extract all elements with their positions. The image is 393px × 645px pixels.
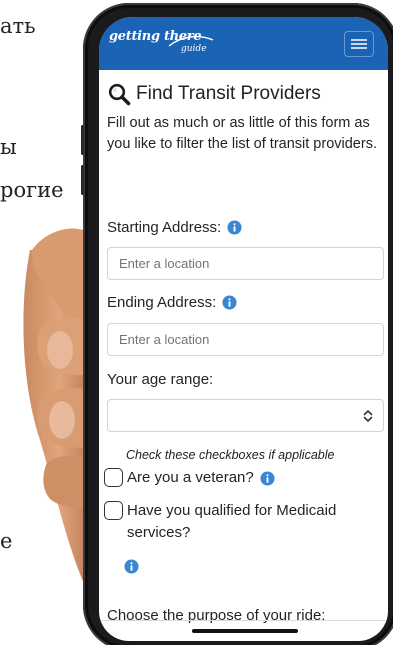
divider [99,620,388,621]
home-indicator[interactable] [192,629,298,633]
starting-address-input[interactable] [107,247,384,280]
phone-volume-button [81,165,84,195]
app-logo-subtitle: guide [181,44,207,54]
ride-purpose-label: Choose the purpose of your ride: [107,607,325,624]
hamburger-menu-button[interactable] [344,31,374,57]
ending-address-input[interactable] [107,323,384,356]
medicaid-label: Have you qualified for Medicaid services… [127,502,337,541]
background-text: рогие [0,178,64,202]
medicaid-checkbox-row[interactable]: Have you qualified for Medicaid services… [104,500,374,544]
info-icon[interactable] [124,559,139,574]
starting-address-label: Starting Address: [107,219,242,236]
background-text: ать [0,14,36,38]
menu-bar-icon [351,47,367,49]
age-range-label-text: Your age range: [107,371,214,388]
page-title: Find Transit Providers [136,83,321,104]
search-icon [108,83,131,106]
info-icon[interactable] [227,220,242,235]
veteran-checkbox[interactable] [104,468,123,487]
page-title-row: Find Transit Providers [107,81,321,107]
menu-bar-icon [351,39,367,41]
age-range-label: Your age range: [107,371,213,388]
ride-purpose-label-text: Choose the purpose of your ride: [107,607,326,624]
background-text: е [0,529,13,553]
starting-address-label-text: Starting Address: [107,219,222,236]
info-icon[interactable] [222,295,237,310]
veteran-label: Are you a veteran? [127,469,254,486]
age-range-select[interactable] [107,399,384,432]
checkbox-hint: Check these checkboxes if applicable [126,448,335,462]
chevron-up-down-icon [363,410,373,422]
menu-bar-icon [351,43,367,45]
app-header: getting there guide [99,17,388,70]
veteran-checkbox-row[interactable]: Are you a veteran? [104,467,275,489]
background-text: ы [0,135,17,159]
page: ать ы рогие е getting there guide Find T… [0,0,393,645]
phone-screen: getting there guide Find Transit Provide… [99,17,388,641]
phone-volume-button [81,125,84,155]
info-icon[interactable] [260,471,275,486]
ending-address-label-text: Ending Address: [107,294,217,311]
medicaid-checkbox[interactable] [104,501,123,520]
ending-address-label: Ending Address: [107,294,237,311]
page-description: Fill out as much or as little of this fo… [107,115,377,152]
